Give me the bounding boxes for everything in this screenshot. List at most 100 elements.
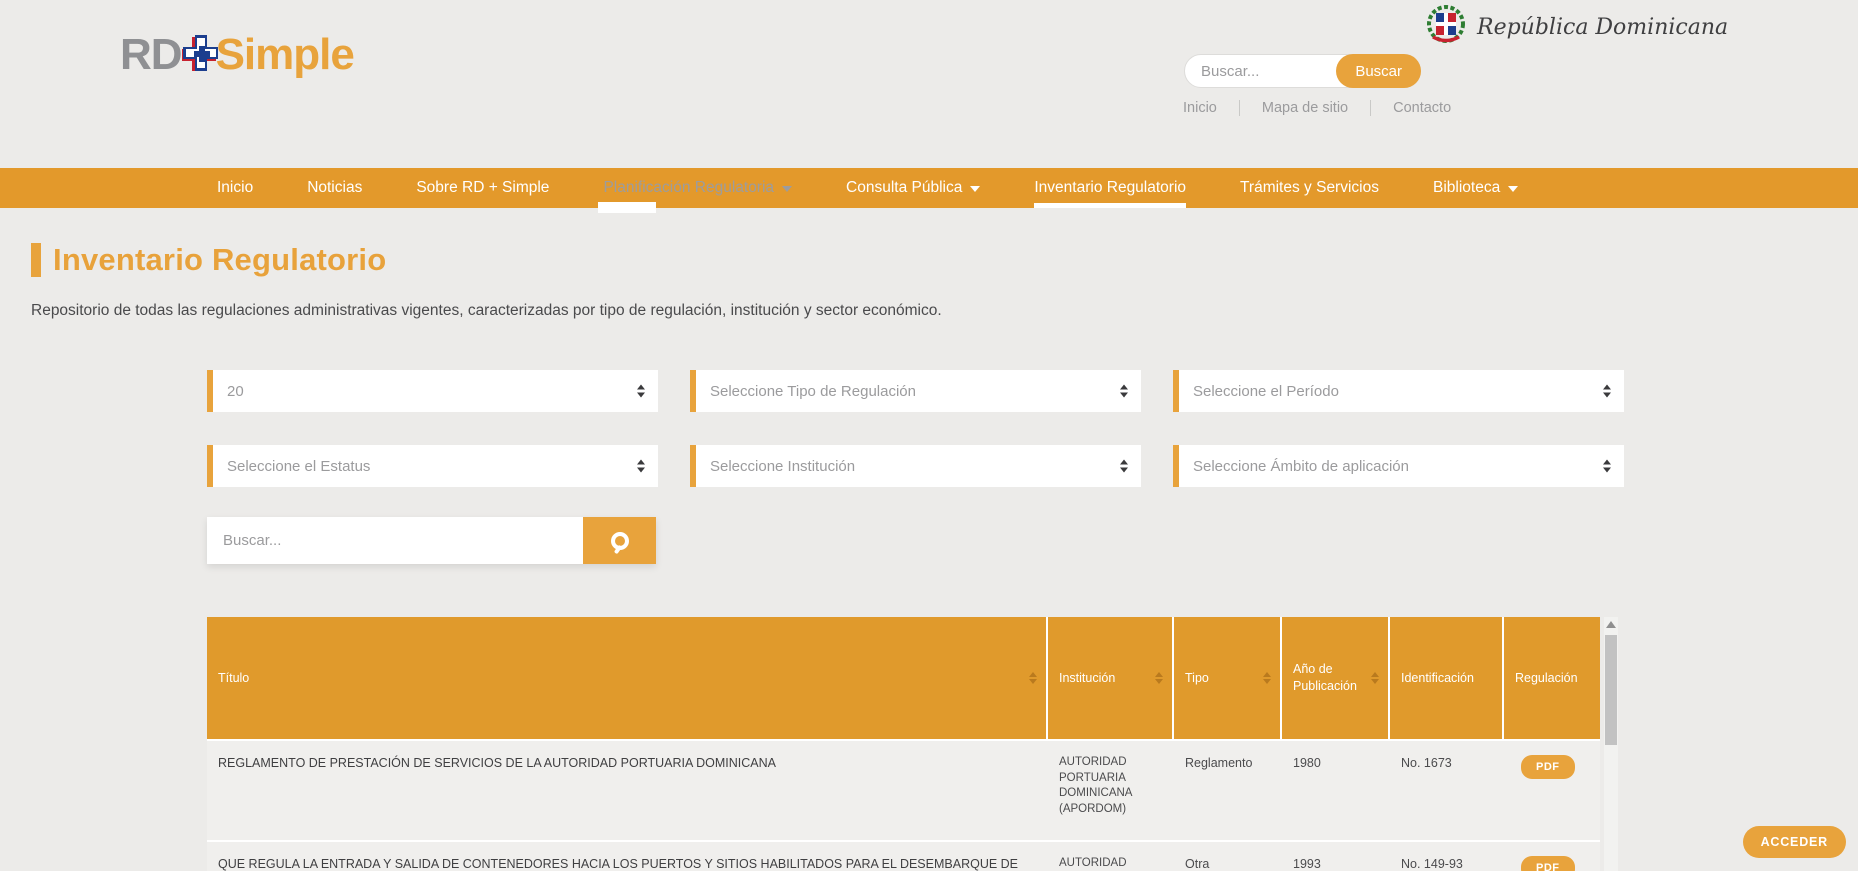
logo-rd-text: RD	[120, 30, 182, 80]
select-value: Seleccione el Estatus	[227, 458, 370, 475]
column-label: Regulación	[1515, 670, 1578, 687]
nav-item-label: Noticias	[307, 179, 362, 197]
nav-item-label: Trámites y Servicios	[1240, 179, 1379, 197]
nav-item-noticias[interactable]: Noticias	[280, 168, 389, 208]
top-links: Inicio Mapa de sitio Contacto	[1183, 100, 1473, 116]
nav-item-consulta-publica[interactable]: Consulta Pública	[819, 168, 1007, 208]
column-header-tipo[interactable]: Tipo	[1174, 617, 1282, 739]
nav-item-tramites-y-servicios[interactable]: Trámites y Servicios	[1213, 168, 1406, 208]
select-value: Seleccione Tipo de Regulación	[710, 383, 916, 400]
cell-regulacion: PDF	[1504, 741, 1600, 840]
nav-item-label: Sobre RD + Simple	[416, 179, 549, 197]
main-nav: Inicio Noticias Sobre RD + Simple Planif…	[0, 168, 1858, 208]
brand-logo[interactable]: RD Simple	[120, 30, 354, 80]
cell-tipo: Otra Disposición	[1174, 842, 1282, 871]
column-label: Tipo	[1185, 670, 1209, 687]
column-label: Institución	[1059, 670, 1115, 687]
select-value: Seleccione Ámbito de aplicación	[1193, 458, 1409, 475]
table-row: REGLAMENTO DE PRESTACIÓN DE SERVICIOS DE…	[207, 739, 1600, 840]
pdf-download-button[interactable]: PDF	[1521, 755, 1575, 779]
top-link-contacto[interactable]: Contacto	[1371, 100, 1473, 116]
column-header-institucion[interactable]: Institución	[1048, 617, 1174, 739]
pdf-download-button[interactable]: PDF	[1521, 856, 1575, 871]
cell-identificacion: No. 149-93	[1390, 842, 1504, 871]
select-spinner-icon	[1603, 385, 1611, 398]
page-title: Inventario Regulatorio	[53, 242, 386, 278]
sort-icon[interactable]	[1263, 672, 1271, 684]
select-spinner-icon	[1120, 460, 1128, 473]
column-label: Identificación	[1401, 670, 1474, 687]
column-header-identificacion: Identificación	[1390, 617, 1504, 739]
cell-titulo: QUE REGULA LA ENTRADA Y SALIDA DE CONTEN…	[207, 842, 1048, 871]
column-header-regulacion: Regulación	[1504, 617, 1600, 739]
gov-name: República Dominicana	[1477, 15, 1728, 40]
select-spinner-icon	[1603, 460, 1611, 473]
coat-of-arms-icon	[1425, 4, 1467, 51]
nav-item-inicio[interactable]: Inicio	[190, 168, 280, 208]
chevron-down-icon	[782, 186, 792, 192]
page-description: Repositorio de todas las regulaciones ad…	[31, 302, 1858, 320]
logo-simple-text: Simple	[216, 30, 354, 80]
nav-item-sobre-rd-simple[interactable]: Sobre RD + Simple	[389, 168, 576, 208]
filter-select-page-size[interactable]: 20	[207, 370, 658, 412]
select-spinner-icon	[637, 460, 645, 473]
regulations-table: Título Institución Tipo Año de Publicaci…	[207, 617, 1600, 871]
filter-select-ambito-aplicacion[interactable]: Seleccione Ámbito de aplicación	[1173, 445, 1624, 487]
flag-plus-icon	[182, 32, 218, 82]
chevron-down-icon	[1508, 186, 1518, 192]
gov-brand: República Dominicana	[1425, 4, 1728, 51]
filter-select-institucion[interactable]: Seleccione Institución	[690, 445, 1141, 487]
scrollbar-up-arrow-icon[interactable]	[1606, 621, 1616, 628]
nav-item-inventario-regulatorio[interactable]: Inventario Regulatorio	[1007, 168, 1213, 208]
chevron-down-icon	[970, 186, 980, 192]
column-label: Título	[218, 670, 249, 687]
site-header: RD Simple	[0, 0, 1858, 168]
nav-item-label: Planificación Regulatoria	[603, 179, 774, 197]
site-search: Buscar	[1184, 54, 1421, 88]
site-search-button[interactable]: Buscar	[1336, 54, 1421, 88]
filter-select-tipo-regulacion[interactable]: Seleccione Tipo de Regulación	[690, 370, 1141, 412]
active-nav-indicator	[1034, 203, 1186, 208]
top-link-mapa-de-sitio[interactable]: Mapa de sitio	[1240, 100, 1371, 116]
scrollbar-thumb[interactable]	[1605, 635, 1617, 745]
cell-tipo: Reglamento	[1174, 741, 1282, 840]
select-value: 20	[227, 383, 244, 400]
column-header-anio-publicacion[interactable]: Año de Publicación	[1282, 617, 1390, 739]
cell-institucion: AUTORIDAD PORTUARIA DOMINICANA (APORDOM)	[1048, 741, 1174, 840]
page-head: Inventario Regulatorio Repositorio de to…	[31, 242, 1858, 320]
table-search-input[interactable]	[207, 517, 583, 564]
select-value: Seleccione el Período	[1193, 383, 1339, 400]
select-spinner-icon	[637, 385, 645, 398]
filter-select-periodo[interactable]: Seleccione el Período	[1173, 370, 1624, 412]
select-spinner-icon	[1120, 385, 1128, 398]
filter-select-estatus[interactable]: Seleccione el Estatus	[207, 445, 658, 487]
cell-anio: 1980	[1282, 741, 1390, 840]
top-link-inicio[interactable]: Inicio	[1183, 100, 1240, 116]
nav-hover-indicator	[598, 202, 656, 213]
main-content: Inventario Regulatorio Repositorio de to…	[0, 242, 1858, 871]
nav-item-label: Inicio	[217, 179, 253, 197]
table-scrollbar[interactable]	[1604, 617, 1618, 871]
table-search	[207, 517, 656, 564]
nav-item-label: Biblioteca	[1433, 179, 1500, 197]
sort-icon[interactable]	[1029, 672, 1037, 684]
acceder-button[interactable]: ACCEDER	[1743, 826, 1846, 858]
table-row: QUE REGULA LA ENTRADA Y SALIDA DE CONTEN…	[207, 840, 1600, 871]
cell-anio: 1993	[1282, 842, 1390, 871]
table-search-button[interactable]	[583, 517, 656, 564]
filters: 20 Seleccione Tipo de Regulación Selecci…	[207, 370, 1858, 487]
cell-identificacion: No. 1673	[1390, 741, 1504, 840]
nav-item-planificacion-regulatoria[interactable]: Planificación Regulatoria	[576, 168, 819, 208]
page: RD Simple	[0, 0, 1858, 871]
column-header-titulo[interactable]: Título	[207, 617, 1048, 739]
column-label: Año de Publicación	[1293, 661, 1367, 695]
sort-icon[interactable]	[1371, 672, 1379, 684]
nav-item-label: Inventario Regulatorio	[1034, 179, 1186, 197]
title-accent-bar	[31, 243, 41, 277]
cell-institucion: AUTORIDAD PORTUARIA DOMINICANA (APORDOM)	[1048, 842, 1174, 871]
nav-item-label: Consulta Pública	[846, 179, 962, 197]
cell-titulo: REGLAMENTO DE PRESTACIÓN DE SERVICIOS DE…	[207, 741, 1048, 840]
nav-item-biblioteca[interactable]: Biblioteca	[1406, 168, 1545, 208]
sort-icon[interactable]	[1155, 672, 1163, 684]
search-icon	[611, 532, 629, 550]
